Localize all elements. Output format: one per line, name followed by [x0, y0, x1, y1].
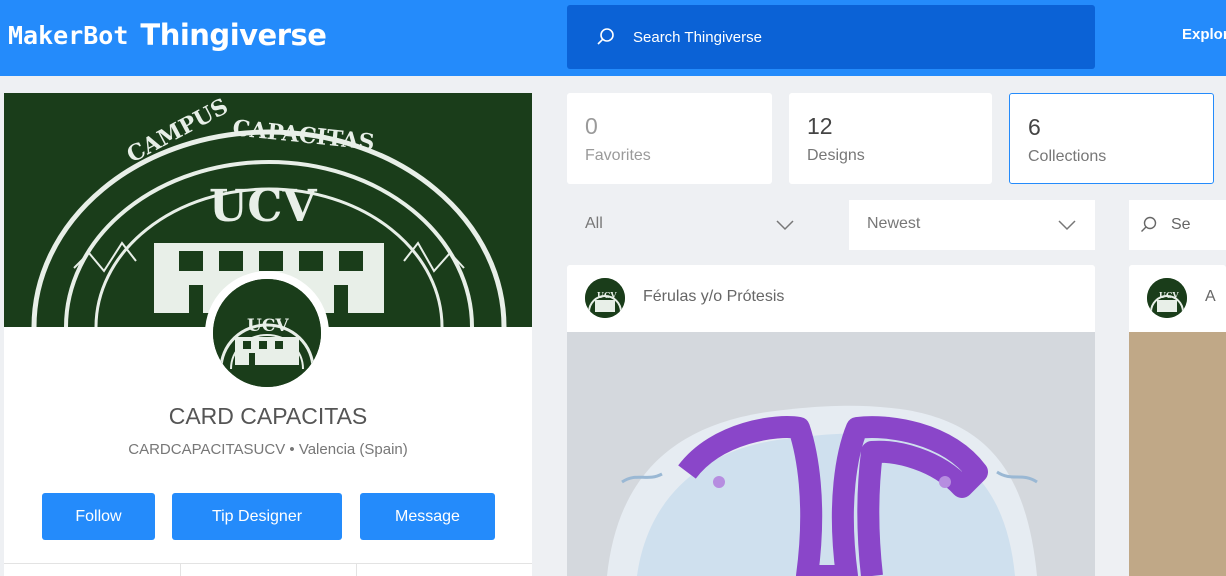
- stat-designs[interactable]: 12 Designs: [789, 93, 992, 184]
- things-search-input[interactable]: Se: [1129, 200, 1226, 250]
- top-header: MakerBot Thingiverse Search Thingiverse …: [0, 0, 1226, 76]
- profile-name: CARD CAPACITAS: [168, 403, 368, 429]
- thing-title[interactable]: A: [1205, 288, 1216, 306]
- thing-title[interactable]: Férulas y/o Prótesis: [643, 288, 784, 306]
- follow-button[interactable]: Follow: [42, 493, 155, 540]
- tip-designer-button[interactable]: Tip Designer: [172, 493, 342, 540]
- profile-meta: CARDCAPACITASUCV • Valencia (Spain): [4, 441, 532, 458]
- search-icon: [1141, 216, 1157, 232]
- profile-footer-divider: [4, 563, 532, 576]
- svg-text:UCV: UCV: [1159, 290, 1179, 300]
- collections-label: Collections: [1028, 148, 1107, 165]
- meta-separator: •: [289, 441, 295, 458]
- things-search-placeholder: Se: [1171, 216, 1191, 233]
- search-placeholder: Search Thingiverse: [633, 28, 762, 46]
- svg-text:UCV: UCV: [209, 181, 317, 232]
- collections-count: 6: [1028, 114, 1041, 140]
- creator-avatar[interactable]: UCV: [585, 278, 625, 318]
- chevron-down-icon: [776, 220, 794, 231]
- type-filter-dropdown[interactable]: All: [567, 200, 814, 250]
- chevron-down-icon: [1058, 220, 1076, 231]
- stat-collections[interactable]: 6 Collections: [1009, 93, 1214, 184]
- profile-card: CAMPUS CAPACITAS UCV UCV CARD CAPACITAS …: [4, 93, 532, 576]
- svg-text:UCV: UCV: [597, 290, 617, 300]
- sort-value: Newest: [867, 215, 921, 232]
- brand-thingiverse: Thingiverse: [140, 18, 327, 52]
- creator-avatar[interactable]: UCV: [1147, 278, 1187, 318]
- profile-username[interactable]: CARDCAPACITASUCV: [128, 441, 285, 458]
- nav-explore[interactable]: Explore: [1182, 26, 1226, 43]
- designs-label: Designs: [807, 147, 865, 164]
- designs-count: 12: [807, 113, 833, 139]
- profile-avatar[interactable]: UCV: [205, 271, 329, 395]
- thing-card[interactable]: UCV Férulas y/o Prótesis: [567, 265, 1095, 576]
- thing-card[interactable]: UCV A: [1129, 265, 1226, 576]
- profile-location: Valencia (Spain): [298, 441, 408, 458]
- svg-text:UCV: UCV: [247, 316, 289, 336]
- favorites-label: Favorites: [585, 147, 651, 164]
- thing-thumbnail[interactable]: [1129, 332, 1226, 576]
- site-logo[interactable]: MakerBot Thingiverse: [8, 15, 327, 55]
- type-filter-value: All: [585, 215, 603, 232]
- thing-thumbnail[interactable]: [567, 332, 1095, 576]
- search-bar[interactable]: Search Thingiverse: [567, 5, 1095, 69]
- sort-dropdown[interactable]: Newest: [849, 200, 1095, 250]
- search-icon: [597, 28, 614, 45]
- avatar-logo: UCV: [213, 279, 321, 387]
- favorites-count: 0: [585, 113, 598, 139]
- message-button[interactable]: Message: [360, 493, 495, 540]
- thing-card-header: UCV A: [1129, 265, 1226, 332]
- stat-favorites[interactable]: 0 Favorites: [567, 93, 772, 184]
- brand-makerbot: MakerBot: [8, 20, 129, 50]
- thing-card-header: UCV Férulas y/o Prótesis: [567, 265, 1095, 332]
